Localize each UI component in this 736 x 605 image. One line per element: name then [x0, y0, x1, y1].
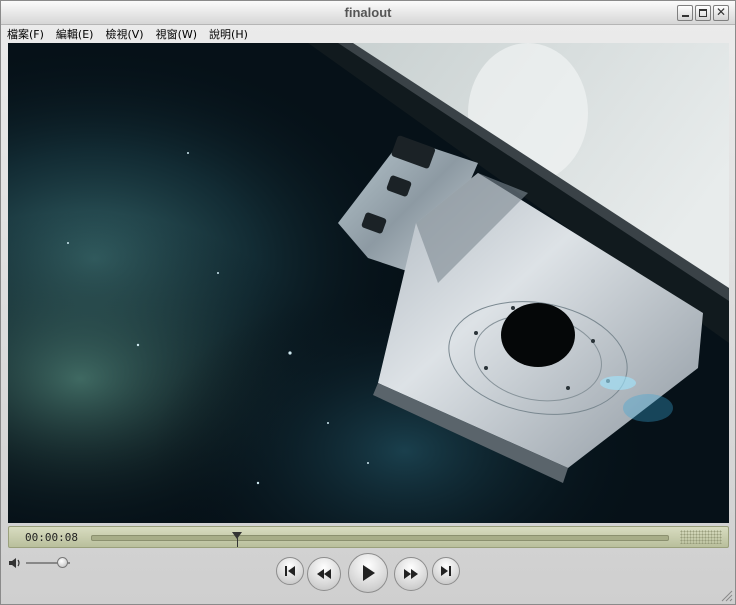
volume-knob[interactable] [57, 557, 68, 568]
close-button[interactable]: ✕ [713, 5, 729, 21]
fast-forward-icon [404, 569, 418, 579]
player-window: finalout ✕ 檔案(F) 編輯(E) 檢視(V) 視窗(W) 說明(H) [0, 0, 736, 605]
maximize-icon [699, 9, 707, 17]
video-content [8, 43, 729, 523]
playhead-line [237, 538, 238, 547]
menu-edit[interactable]: 編輯(E) [56, 26, 94, 42]
menu-bar: 檔案(F) 編輯(E) 檢視(V) 視窗(W) 說明(H) [1, 25, 735, 43]
resize-grip-icon[interactable] [719, 588, 733, 602]
video-frame[interactable] [8, 43, 729, 523]
play-icon [363, 565, 375, 581]
play-button[interactable] [348, 553, 388, 593]
menu-window[interactable]: 視窗(W) [156, 26, 197, 42]
maximize-button[interactable] [695, 5, 711, 21]
rewind-button[interactable] [307, 557, 341, 591]
menu-help[interactable]: 說明(H) [209, 26, 248, 42]
fast-forward-button[interactable] [394, 557, 428, 591]
window-title: finalout [344, 5, 392, 20]
current-timecode: 00:00:08 [25, 531, 78, 544]
minimize-button[interactable] [677, 5, 693, 21]
menu-view[interactable]: 檢視(V) [105, 26, 143, 42]
minimize-icon [682, 15, 689, 17]
rewind-icon [317, 569, 331, 579]
menu-file[interactable]: 檔案(F) [7, 26, 44, 42]
skip-to-end-button[interactable] [432, 557, 460, 585]
timeline-track[interactable] [91, 532, 669, 547]
timeline-bar: 00:00:08 [8, 526, 729, 548]
window-controls: ✕ [677, 5, 729, 21]
skip-to-end-icon [441, 566, 451, 576]
skip-to-start-button[interactable] [276, 557, 304, 585]
skip-to-start-icon [285, 566, 295, 576]
title-bar[interactable]: finalout ✕ [1, 1, 735, 25]
speaker-icon[interactable] [8, 556, 22, 570]
timeline-grip [680, 530, 722, 544]
close-icon: ✕ [715, 5, 727, 19]
